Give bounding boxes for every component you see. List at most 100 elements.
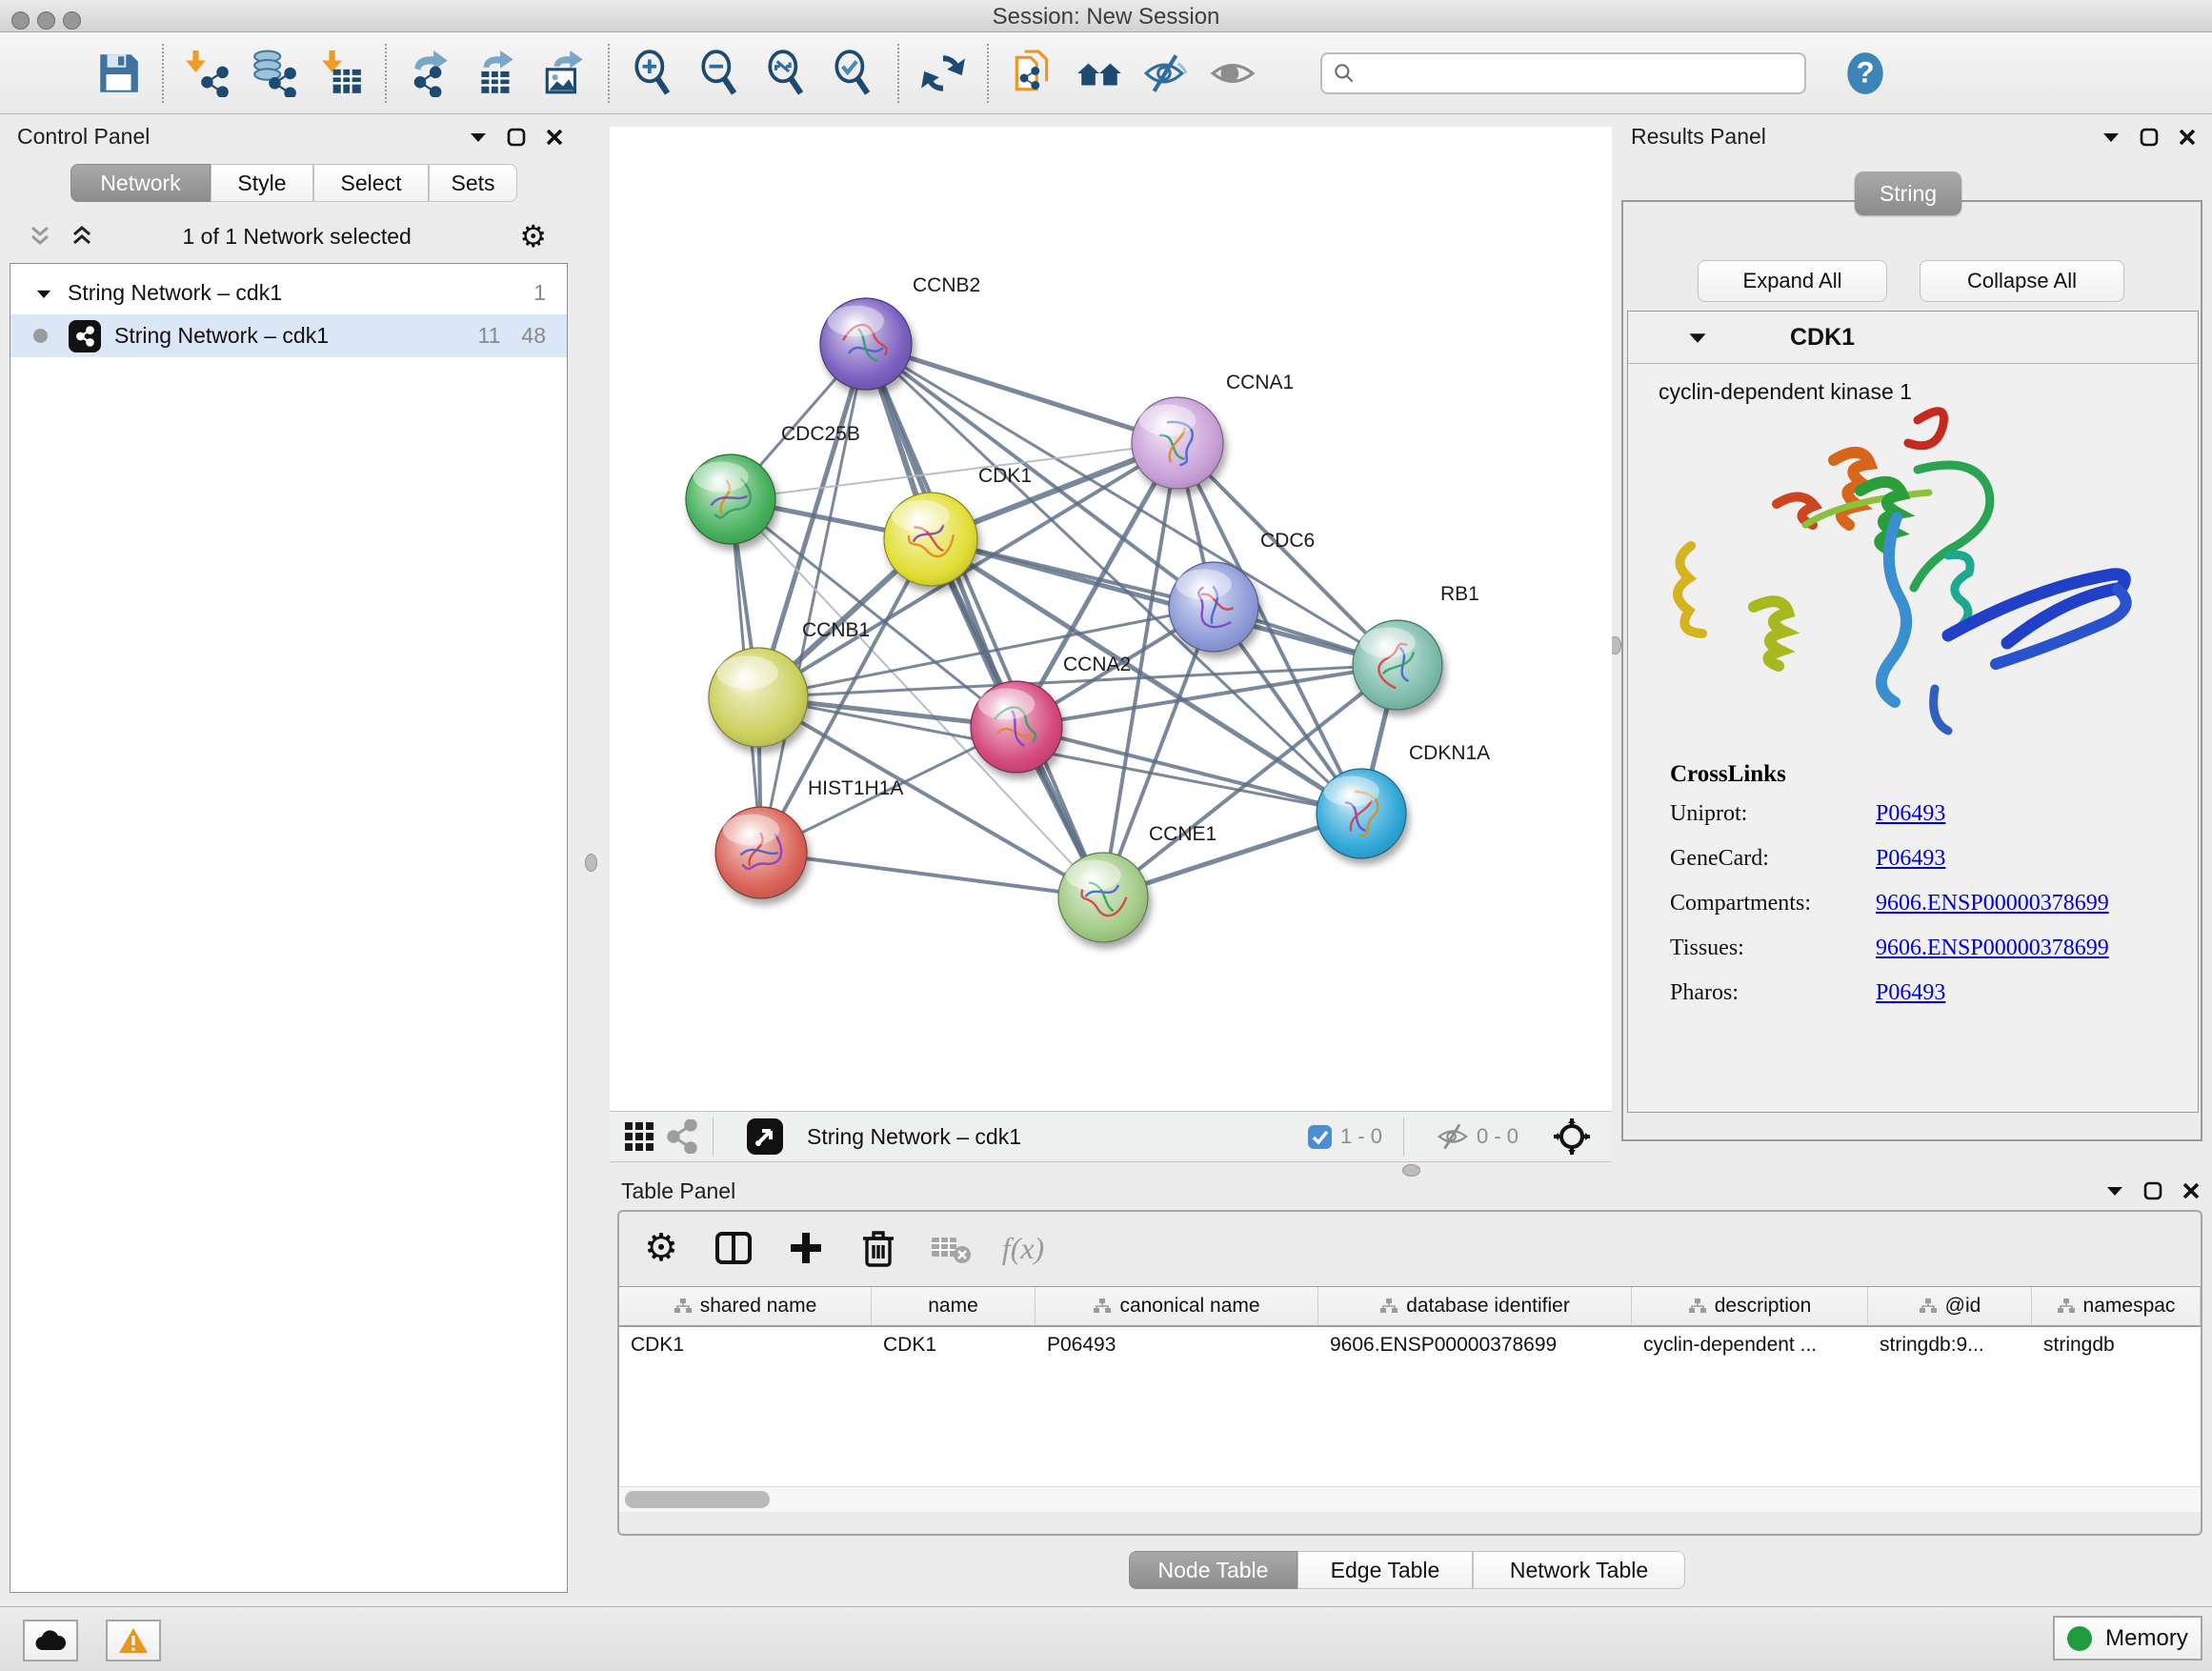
search-input[interactable] [1357,60,1770,87]
network-canvas[interactable]: CCNB2CCNA1CDC25BCDK1CDC6RB1CCNB1CCNA2CDK… [610,127,1612,1111]
column-header-namespac[interactable]: namespac [2032,1287,2201,1325]
fit-target-icon[interactable] [1553,1117,1591,1156]
cloud-status-button[interactable] [23,1620,78,1661]
expand-all-tree-icon[interactable] [70,224,93,249]
network-options-gear-icon[interactable]: ⚙ [519,221,547,252]
hide-selected-button[interactable] [1139,47,1193,100]
show-all-button[interactable] [1206,47,1259,100]
zoom-in-button[interactable] [627,47,680,100]
zoom-out-button[interactable] [694,47,747,100]
column-header--id[interactable]: @id [1868,1287,2032,1325]
column-header-description[interactable]: description [1632,1287,1868,1325]
network-node-CCNA2[interactable] [971,681,1062,773]
column-header-database-identifier[interactable]: database identifier [1318,1287,1632,1325]
memory-button[interactable]: Memory [2053,1616,2202,1661]
table-cell[interactable]: P06493 [1036,1327,1318,1363]
apply-layout-button[interactable] [916,47,970,100]
zoom-fit-button[interactable] [760,47,814,100]
table-cell[interactable]: 9606.ENSP00000378699 [1318,1327,1632,1363]
column-header-name[interactable]: name [872,1287,1036,1325]
network-edge[interactable] [866,344,1103,897]
column-header-shared-name[interactable]: shared name [619,1287,872,1325]
results-tab-string[interactable]: String [1855,171,1961,215]
table-row[interactable]: CDK1CDK1P064939606.ENSP00000378699cyclin… [619,1327,2201,1363]
scrollbar-thumb[interactable] [625,1491,770,1508]
network-share-icon[interactable] [665,1119,699,1154]
protein-section-header[interactable]: CDK1 [1628,312,2198,364]
network-node-CCNB2[interactable] [820,298,912,390]
selected-checkbox-icon[interactable] [1307,1124,1333,1150]
network-node-RB1[interactable] [1353,620,1442,710]
save-session-button[interactable] [91,47,145,100]
warning-status-button[interactable] [106,1620,161,1661]
panel-menu-icon[interactable] [2101,131,2121,144]
tab-network[interactable]: Network [70,164,211,202]
open-session-button[interactable] [25,47,78,100]
network-tree-row[interactable]: String Network – cdk11 [10,272,567,314]
tab-select[interactable]: Select [313,164,429,202]
network-node-CCNB1[interactable] [709,648,808,747]
delete-column-icon[interactable] [854,1223,903,1273]
network-edge[interactable] [761,344,866,853]
float-panel-icon[interactable] [507,128,526,147]
crosslink-link[interactable]: 9606.ENSP00000378699 [1876,891,2109,916]
table-options-gear-icon[interactable]: ⚙ [636,1223,686,1273]
table-cell[interactable]: stringdb [2032,1327,2201,1363]
duplicate-network-button[interactable] [1006,47,1059,100]
network-node-CCNA1[interactable] [1132,397,1223,489]
network-node-CDC6[interactable] [1169,562,1258,652]
table-cell[interactable]: cyclin-dependent ... [1632,1327,1868,1363]
column-header-canonical-name[interactable]: canonical name [1036,1287,1318,1325]
hidden-eye-slash-icon[interactable] [1437,1120,1469,1153]
expand-all-button[interactable]: Expand All [1698,260,1887,302]
network-edge[interactable] [931,539,1398,665]
collapse-section-icon[interactable] [1687,331,1708,345]
float-panel-icon[interactable] [2143,1181,2162,1200]
grid-view-icon[interactable] [623,1120,655,1153]
float-panel-icon[interactable] [2140,128,2159,147]
crosslink-link[interactable]: P06493 [1876,980,1945,1006]
close-panel-icon[interactable] [545,128,564,147]
collapse-all-tree-icon[interactable] [29,224,51,249]
crosslink-link[interactable]: P06493 [1876,801,1945,827]
help-button[interactable]: ? [1839,47,1892,100]
export-table-button[interactable] [471,47,524,100]
export-image-button[interactable] [537,47,591,100]
create-column-icon[interactable] [781,1223,831,1273]
table-cell[interactable]: CDK1 [872,1327,1036,1363]
table-horizontal-scrollbar[interactable] [619,1486,2201,1512]
tab-sets[interactable]: Sets [429,164,517,202]
splitter-grip-left[interactable] [585,854,597,872]
tab-style[interactable]: Style [211,164,313,202]
network-edge[interactable] [866,344,1177,443]
close-panel-icon[interactable] [2178,128,2197,147]
network-node-CDC25B[interactable] [686,454,775,544]
show-columns-icon[interactable] [709,1223,758,1273]
network-node-HIST1H1A[interactable] [715,807,807,898]
first-neighbors-button[interactable] [1073,47,1126,100]
tab-network-table[interactable]: Network Table [1473,1551,1685,1589]
network-node-CCNE1[interactable] [1058,853,1148,942]
close-panel-icon[interactable] [2182,1181,2201,1200]
network-edge[interactable] [761,853,1103,897]
import-table-button[interactable] [314,47,368,100]
network-node-CDK1[interactable] [884,493,977,586]
crosslink-link[interactable]: 9606.ENSP00000378699 [1876,936,2109,961]
network-tree-row[interactable]: String Network – cdk11148 [10,314,567,357]
panel-menu-icon[interactable] [469,131,488,144]
collapse-all-button[interactable]: Collapse All [1920,260,2124,302]
network-node-CDKN1A[interactable] [1317,769,1406,858]
zoom-selected-button[interactable] [827,47,880,100]
tree-expand-icon[interactable] [35,280,52,306]
protein-name: CDK1 [1790,324,1855,352]
import-network-file-button[interactable] [181,47,234,100]
panel-menu-icon[interactable] [2105,1184,2124,1198]
tab-node-table[interactable]: Node Table [1129,1551,1297,1589]
table-cell[interactable]: CDK1 [619,1327,872,1363]
tab-edge-table[interactable]: Edge Table [1297,1551,1473,1589]
export-network-button[interactable] [404,47,457,100]
import-network-database-button[interactable] [248,47,301,100]
table-cell[interactable]: stringdb:9... [1868,1327,2032,1363]
crosslink-link[interactable]: P06493 [1876,846,1945,872]
birds-eye-view-icon[interactable] [746,1117,784,1156]
